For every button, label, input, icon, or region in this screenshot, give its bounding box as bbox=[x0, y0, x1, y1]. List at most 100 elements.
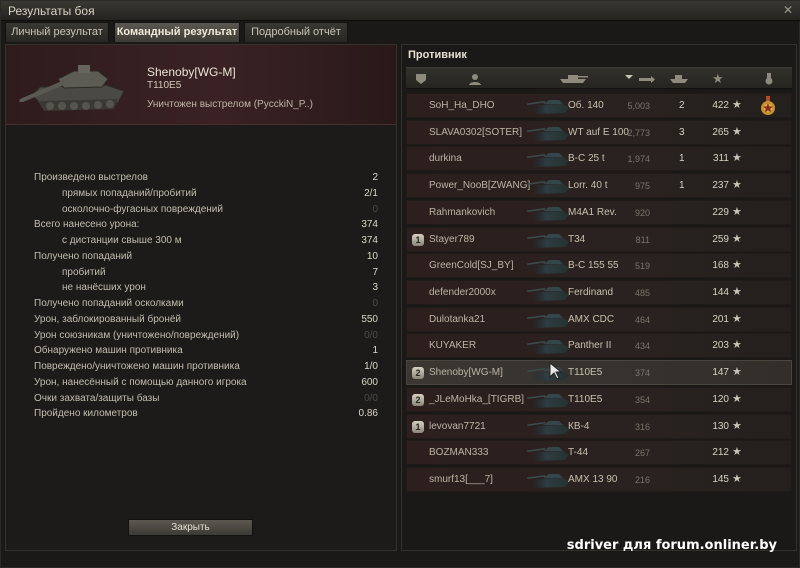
stat-value: 1/0 bbox=[364, 361, 378, 372]
squad-column-icon[interactable] bbox=[414, 73, 428, 85]
xp-value: 120 bbox=[712, 393, 729, 405]
star-icon: ★ bbox=[732, 339, 742, 352]
column-header: ★ bbox=[406, 67, 792, 89]
damage-value: 374 bbox=[634, 368, 650, 379]
tank-icon bbox=[527, 469, 571, 491]
kills-column-icon[interactable] bbox=[668, 73, 690, 85]
stat-label: Получено попаданий bbox=[34, 250, 133, 262]
damage-value: 267 bbox=[634, 448, 650, 459]
squad-badge: 2 bbox=[412, 367, 424, 380]
tank-icon bbox=[527, 335, 571, 357]
stat-row: Урон союзникам (уничтожено/повреждений) 0… bbox=[34, 329, 380, 345]
vehicle-name: КВ-4 bbox=[568, 420, 590, 432]
damage-value: 811 bbox=[635, 234, 650, 245]
tab-personal-result[interactable]: Личный результат bbox=[5, 22, 109, 42]
damage-value: 1,974 bbox=[627, 154, 650, 165]
vehicle-name: Lorr. 40 t bbox=[568, 180, 608, 192]
title-bar: Результаты боя ✕ bbox=[1, 1, 800, 21]
stat-row: с дистанции свыше 300 м 374 bbox=[34, 234, 380, 250]
enemy-row[interactable]: smurf13[___7] AMX 13 90 216 145 ★ bbox=[406, 467, 792, 493]
damage-value: 975 bbox=[634, 181, 650, 192]
enemy-row[interactable]: Rahmankovich M4A1 Rev. 920 229 ★ bbox=[406, 199, 792, 225]
enemy-row[interactable]: defender2000x Ferdinand 485 144 ★ bbox=[406, 280, 792, 306]
enemy-row[interactable]: GreenCold[SJ_BY] B-C 155 55 519 168 ★ bbox=[406, 253, 792, 279]
player-status: Уничтожен выстрелом (PycckiN_P..) bbox=[147, 99, 313, 110]
vehicle-name: Panther II bbox=[568, 340, 612, 352]
enemy-row[interactable]: 2 Shenoby[WG-M] T110E5 374 147 ★ bbox=[406, 360, 792, 386]
tab-team-result[interactable]: Командный результат bbox=[114, 22, 240, 42]
xp-value: 145 bbox=[712, 474, 729, 486]
vehicle-name: M4A1 Rev. bbox=[568, 206, 617, 218]
vehicle-name: T110E5 bbox=[568, 367, 603, 379]
player-name: Power_NooB[ZWANG] bbox=[429, 180, 531, 192]
stat-value: 0 bbox=[372, 298, 378, 309]
tab-detailed-report[interactable]: Подробный отчёт bbox=[244, 22, 348, 42]
stat-row: Урон, нанесённый с помощью данного игрок… bbox=[34, 376, 380, 392]
xp-value: 201 bbox=[712, 313, 729, 325]
squad-badge: 1 bbox=[412, 420, 424, 433]
star-icon: ★ bbox=[732, 473, 742, 486]
xp-value: 130 bbox=[712, 420, 729, 432]
player-column-icon[interactable] bbox=[468, 73, 482, 85]
close-icon[interactable]: ✕ bbox=[781, 3, 795, 17]
xp-value: 168 bbox=[712, 260, 729, 272]
enemy-row[interactable]: SLAVA0302[SOTER] WT auf E 100 2,773 3 265 ★ bbox=[406, 119, 792, 145]
stat-value: 10 bbox=[366, 250, 378, 262]
stat-row: Пройдено километров 0.86 bbox=[34, 407, 380, 423]
enemy-row[interactable]: BOZMAN333 T-44 267 212 ★ bbox=[406, 440, 792, 466]
tank-icon bbox=[527, 416, 571, 438]
sort-chevron-down-icon[interactable] bbox=[624, 73, 634, 85]
medal-icon[interactable] bbox=[759, 96, 777, 116]
close-button[interactable]: Закрыть bbox=[128, 519, 253, 536]
player-name: defender2000x bbox=[429, 287, 496, 299]
enemy-row[interactable]: 2 _JLeMoHka_[TIGRB] T110E5 354 120 ★ bbox=[406, 386, 792, 412]
star-icon: ★ bbox=[732, 232, 742, 245]
enemy-row[interactable]: Dulotanka21 AMX CDC 464 201 ★ bbox=[406, 306, 792, 332]
damage-value: 2,773 bbox=[627, 127, 650, 138]
stat-value: 0.86 bbox=[358, 408, 378, 420]
stat-label: Урон, нанесённый с помощью данного игрок… bbox=[34, 376, 247, 388]
stat-value: 0/0 bbox=[364, 329, 378, 341]
watermark: sdriver для forum.onliner.by bbox=[566, 538, 777, 553]
stat-row: Произведено выстрелов 2 bbox=[34, 171, 380, 187]
star-icon: ★ bbox=[732, 125, 742, 138]
stat-label: пробитий bbox=[62, 266, 106, 278]
enemy-row[interactable]: Power_NooB[ZWANG] Lorr. 40 t 975 1 237 ★ bbox=[406, 173, 792, 199]
damage-value: 354 bbox=[634, 394, 650, 405]
stat-label: с дистанции свыше 300 м bbox=[62, 235, 182, 246]
xp-value: 311 bbox=[713, 153, 729, 165]
star-icon: ★ bbox=[732, 205, 742, 218]
stat-row: Очки захвата/защиты базы 0/0 bbox=[34, 392, 380, 408]
stat-row: прямых попаданий/пробитий 2/1 bbox=[34, 187, 380, 203]
star-icon: ★ bbox=[732, 312, 742, 325]
stat-value: 1 bbox=[372, 345, 378, 357]
stat-value: 2 bbox=[372, 172, 378, 183]
stat-value: 0/0 bbox=[364, 392, 378, 404]
damage-value: 5,003 bbox=[627, 101, 650, 111]
enemy-row[interactable]: SoH_Ha_DHO Об. 140 5,003 2 422 ★ bbox=[406, 93, 792, 118]
player-name: SLAVA0302[SOTER] bbox=[429, 126, 523, 138]
stat-row: Повреждено/уничтожено машин противника 1/… bbox=[34, 360, 380, 376]
star-icon: ★ bbox=[732, 259, 742, 272]
player-name: Shenoby[WG-M] bbox=[147, 65, 236, 79]
xp-value: 144 bbox=[712, 287, 729, 299]
enemy-row[interactable]: 1 levovan7721 КВ-4 316 130 ★ bbox=[406, 413, 792, 439]
tank-icon bbox=[527, 309, 571, 331]
player-name: Rahmankovich bbox=[429, 206, 496, 218]
stat-label: Урон союзникам (уничтожено/повреждений) bbox=[34, 329, 240, 341]
enemy-row[interactable]: 1 Stayer789 T34 811 259 ★ bbox=[406, 226, 792, 252]
damage-column-icon[interactable] bbox=[638, 73, 656, 85]
vehicle-name: Ferdinand bbox=[568, 287, 614, 299]
xp-star-icon[interactable]: ★ bbox=[712, 72, 726, 85]
player-name: smurf13[___7] bbox=[429, 474, 493, 486]
player-name: BOZMAN333 bbox=[429, 447, 489, 459]
enemy-row[interactable]: KUYAKER Panther II 434 203 ★ bbox=[406, 333, 792, 359]
vehicle-name: AMX CDC bbox=[568, 313, 615, 325]
player-name: GreenCold[SJ_BY] bbox=[429, 260, 514, 272]
enemy-row[interactable]: durkina B-C 25 t 1,974 1 311 ★ bbox=[406, 146, 792, 172]
stat-row: не нанёсших урон 3 bbox=[34, 281, 380, 297]
vehicle-name: B-C 155 55 bbox=[568, 260, 619, 272]
medal-column-icon[interactable] bbox=[762, 73, 776, 85]
tank-icon bbox=[527, 175, 571, 197]
vehicle-column-icon[interactable] bbox=[556, 73, 590, 85]
